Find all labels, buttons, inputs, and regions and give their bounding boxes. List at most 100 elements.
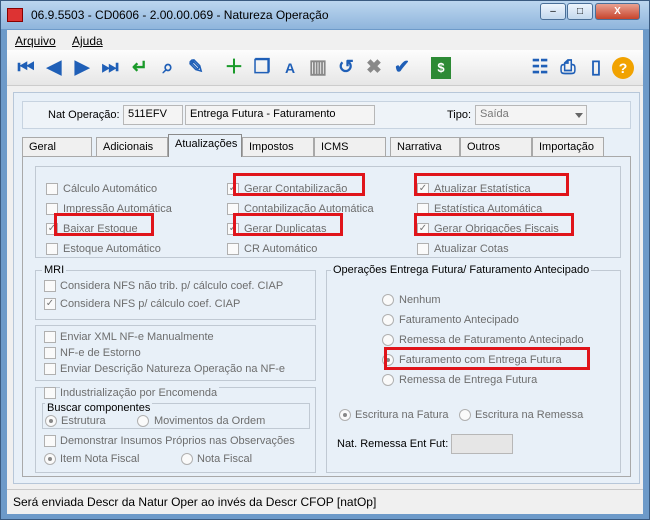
- indus-title: Industrialização por Encomenda: [60, 387, 220, 399]
- tipo-select[interactable]: Saída: [475, 105, 587, 125]
- nfe-descricao-label: Enviar Descrição Natureza Operação na NF…: [60, 363, 285, 375]
- estrutura-radio[interactable]: [45, 415, 57, 427]
- mri-nfs-nao-checkbox[interactable]: [44, 280, 56, 292]
- maximize-button[interactable]: □: [567, 3, 593, 20]
- nenhum-label: Nenhum: [399, 294, 441, 306]
- fat-entrega-label: Faturamento com Entrega Futura: [399, 354, 562, 366]
- minimize-button[interactable]: –: [540, 3, 566, 20]
- demonstrar-label: Demonstrar Insumos Próprios nas Observaç…: [60, 435, 295, 447]
- prev-icon[interactable]: ◀: [41, 55, 67, 81]
- escr-remessa-label: Escritura na Remessa: [475, 409, 584, 421]
- status-bar: Será enviada Descr da Natur Oper ao invé…: [7, 489, 643, 514]
- calculo-label: Cálculo Automático: [63, 183, 158, 195]
- baixar-checkbox[interactable]: ✓: [46, 223, 58, 235]
- nat-desc-field[interactable]: Entrega Futura - Faturamento: [185, 105, 375, 125]
- item-nf-radio[interactable]: [44, 453, 56, 465]
- tab-geral[interactable]: Geral: [22, 137, 92, 156]
- estat-auto-checkbox[interactable]: [417, 203, 429, 215]
- updates-group: Cálculo Automático Impressão Automática …: [35, 166, 621, 258]
- exit-icon[interactable]: ▯: [583, 55, 609, 81]
- cr-auto-checkbox[interactable]: [227, 243, 239, 255]
- text-edit-icon[interactable]: A: [277, 55, 303, 81]
- title-bar: 06.9.5503 - CD0606 - 2.00.00.069 - Natur…: [1, 1, 649, 29]
- calculo-checkbox[interactable]: [46, 183, 58, 195]
- document-edit-icon[interactable]: ✎: [183, 55, 209, 81]
- nat-label: Nat Operação:: [48, 109, 120, 121]
- client-area: Arquivo Ajuda ⏮ ◀ ▶ ⏭ ↵ ⌕ ✎ ＋ ❐ A ▥ ↺ ✖ …: [7, 30, 643, 514]
- menu-bar: Arquivo Ajuda: [7, 30, 643, 50]
- tab-icms[interactable]: ICMS: [314, 137, 386, 156]
- gerar-obrig-checkbox[interactable]: ✓: [417, 223, 429, 235]
- nfe-estorno-label: NF-e de Estorno: [60, 347, 141, 359]
- atual-cotas-checkbox[interactable]: [417, 243, 429, 255]
- zoom-icon[interactable]: ⌕: [155, 55, 181, 81]
- atual-cotas-label: Atualizar Cotas: [434, 243, 509, 255]
- hierarchy-icon[interactable]: ☷: [527, 55, 553, 81]
- trash-icon[interactable]: ▥: [305, 55, 331, 81]
- escr-fatura-label: Escritura na Fatura: [355, 409, 449, 421]
- atual-estat-label: Atualizar Estatística: [434, 183, 531, 195]
- operacoes-group: Operações Entrega Futura/ Faturamento An…: [326, 264, 621, 473]
- dollar-icon[interactable]: $: [431, 57, 451, 79]
- gerar-obrig-label: Gerar Obrigações Fiscais: [434, 223, 559, 235]
- tipo-label: Tipo:: [447, 109, 472, 121]
- help-icon[interactable]: ?: [612, 57, 634, 79]
- contab-auto-checkbox[interactable]: [227, 203, 239, 215]
- enter-icon[interactable]: ↵: [127, 55, 153, 81]
- copy-icon[interactable]: ❐: [249, 55, 275, 81]
- mri-nfs-label: Considera NFS p/ cálculo coef. CIAP: [60, 298, 241, 310]
- gerar-contab-checkbox[interactable]: ✓: [227, 183, 239, 195]
- undo-icon[interactable]: ↺: [333, 55, 359, 81]
- next-icon[interactable]: ▶: [69, 55, 95, 81]
- escr-fatura-radio[interactable]: [339, 409, 351, 421]
- close-button[interactable]: X: [595, 3, 640, 20]
- remessa-fat-radio[interactable]: [382, 334, 394, 346]
- cancel-icon[interactable]: ✖: [361, 55, 387, 81]
- mri-nfs-checkbox[interactable]: ✓: [44, 298, 56, 310]
- first-icon[interactable]: ⏮: [13, 55, 39, 81]
- chevron-down-icon: [575, 113, 583, 118]
- new-icon[interactable]: ＋: [221, 55, 247, 81]
- baixar-label: Baixar Estoque: [63, 223, 138, 235]
- nat-code-field[interactable]: 511EFV: [123, 105, 183, 125]
- tab-impostos[interactable]: Impostos: [242, 137, 314, 156]
- buscar-title: Buscar componentes: [45, 402, 153, 414]
- menu-ajuda[interactable]: Ajuda: [72, 34, 103, 48]
- app-icon: [7, 8, 23, 22]
- nota-fiscal-radio[interactable]: [181, 453, 193, 465]
- window-title: 06.9.5503 - CD0606 - 2.00.00.069 - Natur…: [31, 8, 329, 22]
- print-icon[interactable]: ⎙: [555, 55, 581, 81]
- buscar-group: Buscar componentes Estrutura Movimentos …: [42, 402, 310, 429]
- menu-arquivo[interactable]: Arquivo: [15, 34, 56, 48]
- tab-atualizacoes[interactable]: Atualizações: [168, 134, 242, 157]
- nfe-descricao-checkbox[interactable]: [44, 363, 56, 375]
- tab-importacao[interactable]: Importação: [532, 137, 604, 156]
- nfe-estorno-checkbox[interactable]: [44, 347, 56, 359]
- movimentos-radio[interactable]: [137, 415, 149, 427]
- escr-remessa-radio[interactable]: [459, 409, 471, 421]
- fat-entrega-radio[interactable]: [382, 354, 394, 366]
- estoque-auto-checkbox[interactable]: [46, 243, 58, 255]
- nfe-xml-label: Enviar XML NF-e Manualmente: [60, 331, 214, 343]
- indus-checkbox[interactable]: [44, 387, 56, 399]
- movimentos-label: Movimentos da Ordem: [154, 415, 266, 427]
- gerar-contab-label: Gerar Contabilização: [244, 183, 348, 195]
- fat-antecipado-radio[interactable]: [382, 314, 394, 326]
- estoque-auto-label: Estoque Automático: [63, 243, 161, 255]
- atual-estat-checkbox[interactable]: ✓: [417, 183, 429, 195]
- last-icon[interactable]: ⏭: [97, 55, 123, 81]
- tab-adicionais[interactable]: Adicionais: [96, 137, 168, 156]
- nat-remessa-field[interactable]: [451, 434, 513, 454]
- gerar-dup-checkbox[interactable]: ✓: [227, 223, 239, 235]
- estat-auto-label: Estatística Automática: [434, 203, 543, 215]
- gerar-dup-label: Gerar Duplicatas: [244, 223, 327, 235]
- demonstrar-checkbox[interactable]: [44, 435, 56, 447]
- nenhum-radio[interactable]: [382, 294, 394, 306]
- impressao-label: Impressão Automática: [63, 203, 172, 215]
- impressao-checkbox[interactable]: [46, 203, 58, 215]
- tab-outros[interactable]: Outros: [460, 137, 532, 156]
- confirm-icon[interactable]: ✔: [389, 55, 415, 81]
- nfe-xml-checkbox[interactable]: [44, 331, 56, 343]
- tab-narrativa[interactable]: Narrativa: [390, 137, 460, 156]
- remessa-entrega-radio[interactable]: [382, 374, 394, 386]
